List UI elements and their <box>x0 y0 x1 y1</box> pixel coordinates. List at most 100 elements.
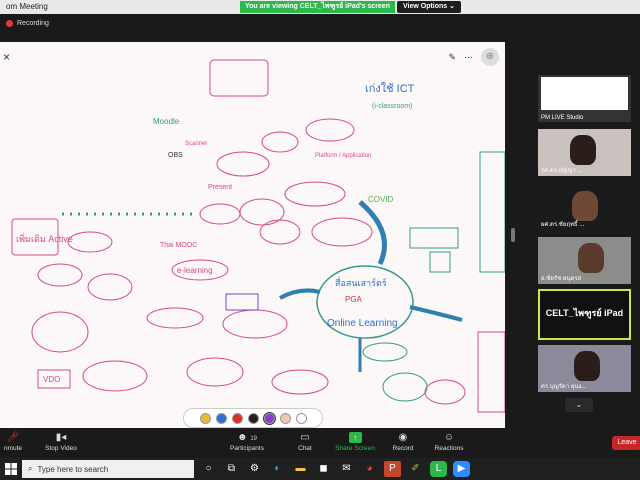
share-screen-label: Share Screen <box>335 445 375 452</box>
obs-label: OBS <box>168 152 183 159</box>
node-2 <box>261 131 299 153</box>
node-8 <box>259 219 301 245</box>
ict-label: เก่งใช้ ICT <box>365 82 415 95</box>
vdo-label: VDO <box>43 375 60 384</box>
right-box-4 <box>477 331 505 413</box>
active-label: เพิ่มเติม Active <box>16 232 73 244</box>
top-box <box>209 59 269 97</box>
windows-start-icon[interactable] <box>4 462 18 476</box>
taskbar-search[interactable]: ⌕ Type here to search <box>22 460 194 478</box>
shared-screen-whiteboard[interactable]: สื่อสนเสาร์ตร์ PGA Online Learning เก่งใ… <box>0 42 505 428</box>
node-1 <box>216 151 270 177</box>
reactions-icon: ☺ <box>443 432 455 443</box>
scanner-label: Scanner <box>185 141 207 147</box>
participant-avatar <box>574 351 600 381</box>
pen-icon[interactable]: ✎ <box>448 52 456 63</box>
video-tile[interactable]: PM LIVE Studio <box>538 75 631 122</box>
center-line2: PGA <box>345 295 363 304</box>
settings-icon[interactable]: ⚙ <box>246 461 263 477</box>
video-tile[interactable]: รศ.ดร.ณัฐญา ... <box>538 129 631 176</box>
store-icon[interactable]: ◼ <box>315 461 332 477</box>
participant-avatar <box>578 243 604 273</box>
swatch-peach[interactable] <box>279 412 291 424</box>
arrow-right <box>409 305 463 322</box>
task-view-icon[interactable]: ⧉ <box>223 461 240 477</box>
tile-name: รศ.ดร.ณัฐญา ... <box>541 168 583 174</box>
paint-icon[interactable]: ✐ <box>407 461 424 477</box>
swatch-white[interactable] <box>295 412 307 424</box>
share-screen-button[interactable]: ↑ Share Screen <box>330 431 380 452</box>
left-node-6 <box>222 309 288 339</box>
node-3 <box>305 118 355 142</box>
node-6 <box>239 198 285 226</box>
zoom-window: om Meeting You are viewing CELT_ไพฑูรย์ … <box>0 0 640 480</box>
mindmap-drawing: สื่อสนเสาร์ตร์ PGA Online Learning เก่งใ… <box>11 59 505 413</box>
swatch-red[interactable] <box>231 412 243 424</box>
scroll-down-icon[interactable]: ⌄ <box>565 398 593 412</box>
participants-count: 19 <box>250 436 257 442</box>
mic-off-icon: 🎤︎ <box>6 432 20 443</box>
present-label: Present <box>208 184 232 191</box>
right-box-1 <box>409 227 459 249</box>
recording-indicator[interactable]: Recording <box>6 20 49 27</box>
share-banner-message: You are viewing CELT_ไพฑูรย์ iPad's scre… <box>240 1 395 13</box>
mail-icon[interactable]: ✉ <box>338 461 355 477</box>
tile-name: ดร.บุญรัตา ยุนง... <box>541 384 587 390</box>
zoom-icon[interactable]: ▶ <box>453 461 470 477</box>
search-icon: ⌕ <box>28 464 33 473</box>
file-explorer-icon[interactable]: ▬ <box>292 461 309 477</box>
covid-label: COVID <box>368 195 394 204</box>
left-node-8 <box>82 360 148 392</box>
recording-label: Recording <box>17 20 49 27</box>
chat-icon: ▭ <box>300 432 310 443</box>
video-tile[interactable]: อ.ชัยรัช ผนุดรส <box>538 237 631 284</box>
recording-bar: Recording <box>0 15 640 35</box>
active-speaker-tile[interactable]: CELT_ไพฑูรย์ iPad <box>538 289 631 340</box>
participants-label: Participants <box>230 445 264 452</box>
elearning-label: e-learning <box>177 266 213 275</box>
right-box-3 <box>479 151 505 273</box>
record-dot-icon <box>6 20 13 27</box>
taskbar-apps: ○ ⧉ ⚙ ◐ ▬ ◼ ✉ ◕ P ✐ L ▶ <box>200 461 470 477</box>
view-options-button[interactable]: View Options ⌄ <box>396 1 462 13</box>
unmute-button[interactable]: 🎤︎ nmute <box>0 431 38 452</box>
close-annotation-icon[interactable]: × <box>3 50 10 64</box>
share-screen-icon: ↑ <box>330 431 380 445</box>
share-banner: You are viewing CELT_ไพฑูรย์ iPad's scre… <box>240 1 462 13</box>
leave-button[interactable]: Leave <box>612 436 640 450</box>
reactions-button[interactable]: ☺ Reactions <box>424 431 474 452</box>
moodle-label: Moodle <box>153 117 180 126</box>
panel-resize-handle[interactable] <box>511 228 515 242</box>
swatch-purple[interactable] <box>262 411 276 425</box>
swatch-blue[interactable] <box>215 412 227 424</box>
video-tile[interactable]: ผศ.ดร.ชัยฤทธิ์ ... <box>538 183 631 230</box>
board-tools: ✎ ⋯ ⊕ <box>448 48 499 66</box>
line-icon[interactable]: L <box>430 461 447 477</box>
iclassroom-label: (i-classroom) <box>372 103 412 110</box>
windows-taskbar: ⌕ Type here to search ○ ⧉ ⚙ ◐ ▬ ◼ ✉ ◕ P … <box>0 458 640 480</box>
swatch-yellow[interactable] <box>199 412 211 424</box>
right-node-1 <box>382 372 428 402</box>
cortana-icon[interactable]: ○ <box>200 461 217 477</box>
record-button[interactable]: ◉ Record <box>378 431 428 452</box>
left-node-3 <box>87 273 133 301</box>
left-node-9 <box>271 369 329 395</box>
powerpoint-icon[interactable]: P <box>384 461 401 477</box>
video-tile[interactable]: ดร.บุญรัตา ยุนง... <box>538 345 631 392</box>
tile-name: อ.ชัยรัช ผนุดรส <box>541 276 582 282</box>
more-icon[interactable]: ⋯ <box>464 52 473 63</box>
participants-button[interactable]: ☻ 19 Participants <box>222 431 272 452</box>
swatch-black[interactable] <box>247 412 259 424</box>
tile-name: PM LIVE Studio <box>541 115 584 121</box>
edge-icon[interactable]: ◐ <box>269 461 286 477</box>
board-option-icon[interactable]: ⊕ <box>481 48 499 66</box>
arrow-left <box>279 288 321 300</box>
participant-avatar <box>570 135 596 165</box>
chrome-icon[interactable]: ◕ <box>361 461 378 477</box>
tile-name: ผศ.ดร.ชัยฤทธิ์ ... <box>541 222 585 228</box>
stop-video-label: Stop Video <box>45 445 77 452</box>
right-box-2 <box>429 251 451 273</box>
stop-video-button[interactable]: ▮◂ Stop Video <box>36 431 86 452</box>
chat-button[interactable]: ▭ Chat <box>280 431 330 452</box>
active-speaker-name: CELT_ไพฑูรย์ iPad <box>545 308 624 318</box>
